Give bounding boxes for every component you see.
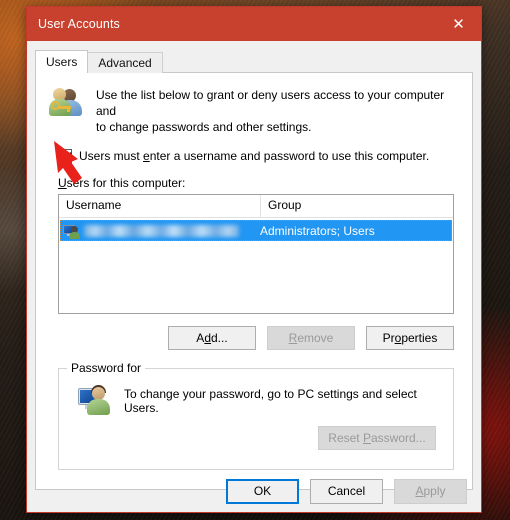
add-button-accelerator: d <box>204 331 211 345</box>
tab-strip: Users Advanced <box>35 50 481 73</box>
close-icon[interactable]: ✕ <box>436 7 481 41</box>
description-text: Use the list below to grant or deny user… <box>83 85 458 135</box>
remove-button-label-after: emove <box>297 331 334 345</box>
password-group-text: To change your password, go to PC settin… <box>124 387 417 415</box>
list-action-buttons: Add... Remove Properties <box>36 326 454 350</box>
apply-button-label-after: pply <box>423 484 446 498</box>
require-password-checkbox-row[interactable]: Users must enter a username and password… <box>36 135 472 163</box>
cell-group: Administrators; Users <box>260 223 375 238</box>
list-user-icon <box>63 223 80 239</box>
dialog-button-bar: OK Cancel Apply <box>27 479 481 504</box>
users-list-label: Users for this computer: <box>36 163 472 194</box>
tab-panel-users: Use the list below to grant or deny user… <box>35 72 473 490</box>
password-group-body: To change your password, go to PC settin… <box>59 369 453 417</box>
require-password-label-after: nter a username and password to use this… <box>149 149 430 163</box>
description-line-2: to change passwords and other settings. <box>96 120 312 134</box>
description-row: Use the list below to grant or deny user… <box>36 73 472 135</box>
properties-button[interactable]: Properties <box>366 326 454 350</box>
reset-password-label-before: Reset <box>328 431 363 445</box>
require-password-label-before: Users must <box>79 149 144 163</box>
reset-password-label-after: assword... <box>371 431 426 445</box>
title-bar: User Accounts ✕ <box>27 7 481 41</box>
users-list-label-accelerator: U <box>58 176 67 190</box>
ok-button[interactable]: OK <box>226 479 299 504</box>
cell-username <box>60 223 260 239</box>
properties-button-label-before: Pr <box>382 331 395 345</box>
users-listview[interactable]: Username Group Administrators; Users <box>58 194 454 314</box>
description-line-1: Use the list below to grant or deny user… <box>96 88 445 118</box>
column-header-group[interactable]: Group <box>261 195 453 217</box>
reset-password-accelerator: P <box>362 431 371 445</box>
remove-button-accelerator: R <box>288 331 298 345</box>
user-accounts-dialog: User Accounts ✕ Users Advanced Use the l… <box>26 6 482 513</box>
require-password-label: Users must enter a username and password… <box>72 149 429 163</box>
users-key-icon <box>49 85 83 119</box>
column-header-username[interactable]: Username <box>59 195 261 217</box>
add-button-label-after: d... <box>211 331 228 345</box>
tab-users[interactable]: Users <box>35 50 89 73</box>
listview-header: Username Group <box>59 195 453 218</box>
apply-button-accelerator: A <box>415 484 424 498</box>
reset-password-row: Reset Password... <box>59 426 436 450</box>
cancel-button[interactable]: Cancel <box>310 479 383 504</box>
remove-button[interactable]: Remove <box>267 326 355 350</box>
pc-user-icon <box>77 383 111 417</box>
require-password-checkbox[interactable] <box>58 149 72 163</box>
password-groupbox: Password for To change your password, go… <box>58 361 454 470</box>
username-value-redacted <box>84 224 239 237</box>
properties-button-label-after: perties <box>401 331 438 345</box>
table-row[interactable]: Administrators; Users <box>60 220 452 241</box>
require-password-accelerator: e <box>143 149 150 163</box>
add-button[interactable]: Add... <box>168 326 256 350</box>
apply-button[interactable]: Apply <box>394 479 467 504</box>
password-group-title: Password for <box>67 361 146 375</box>
window-title: User Accounts <box>38 17 120 31</box>
users-list-label-rest: sers for this computer: <box>66 176 186 190</box>
reset-password-button[interactable]: Reset Password... <box>318 426 436 450</box>
tab-advanced[interactable]: Advanced <box>87 52 163 73</box>
